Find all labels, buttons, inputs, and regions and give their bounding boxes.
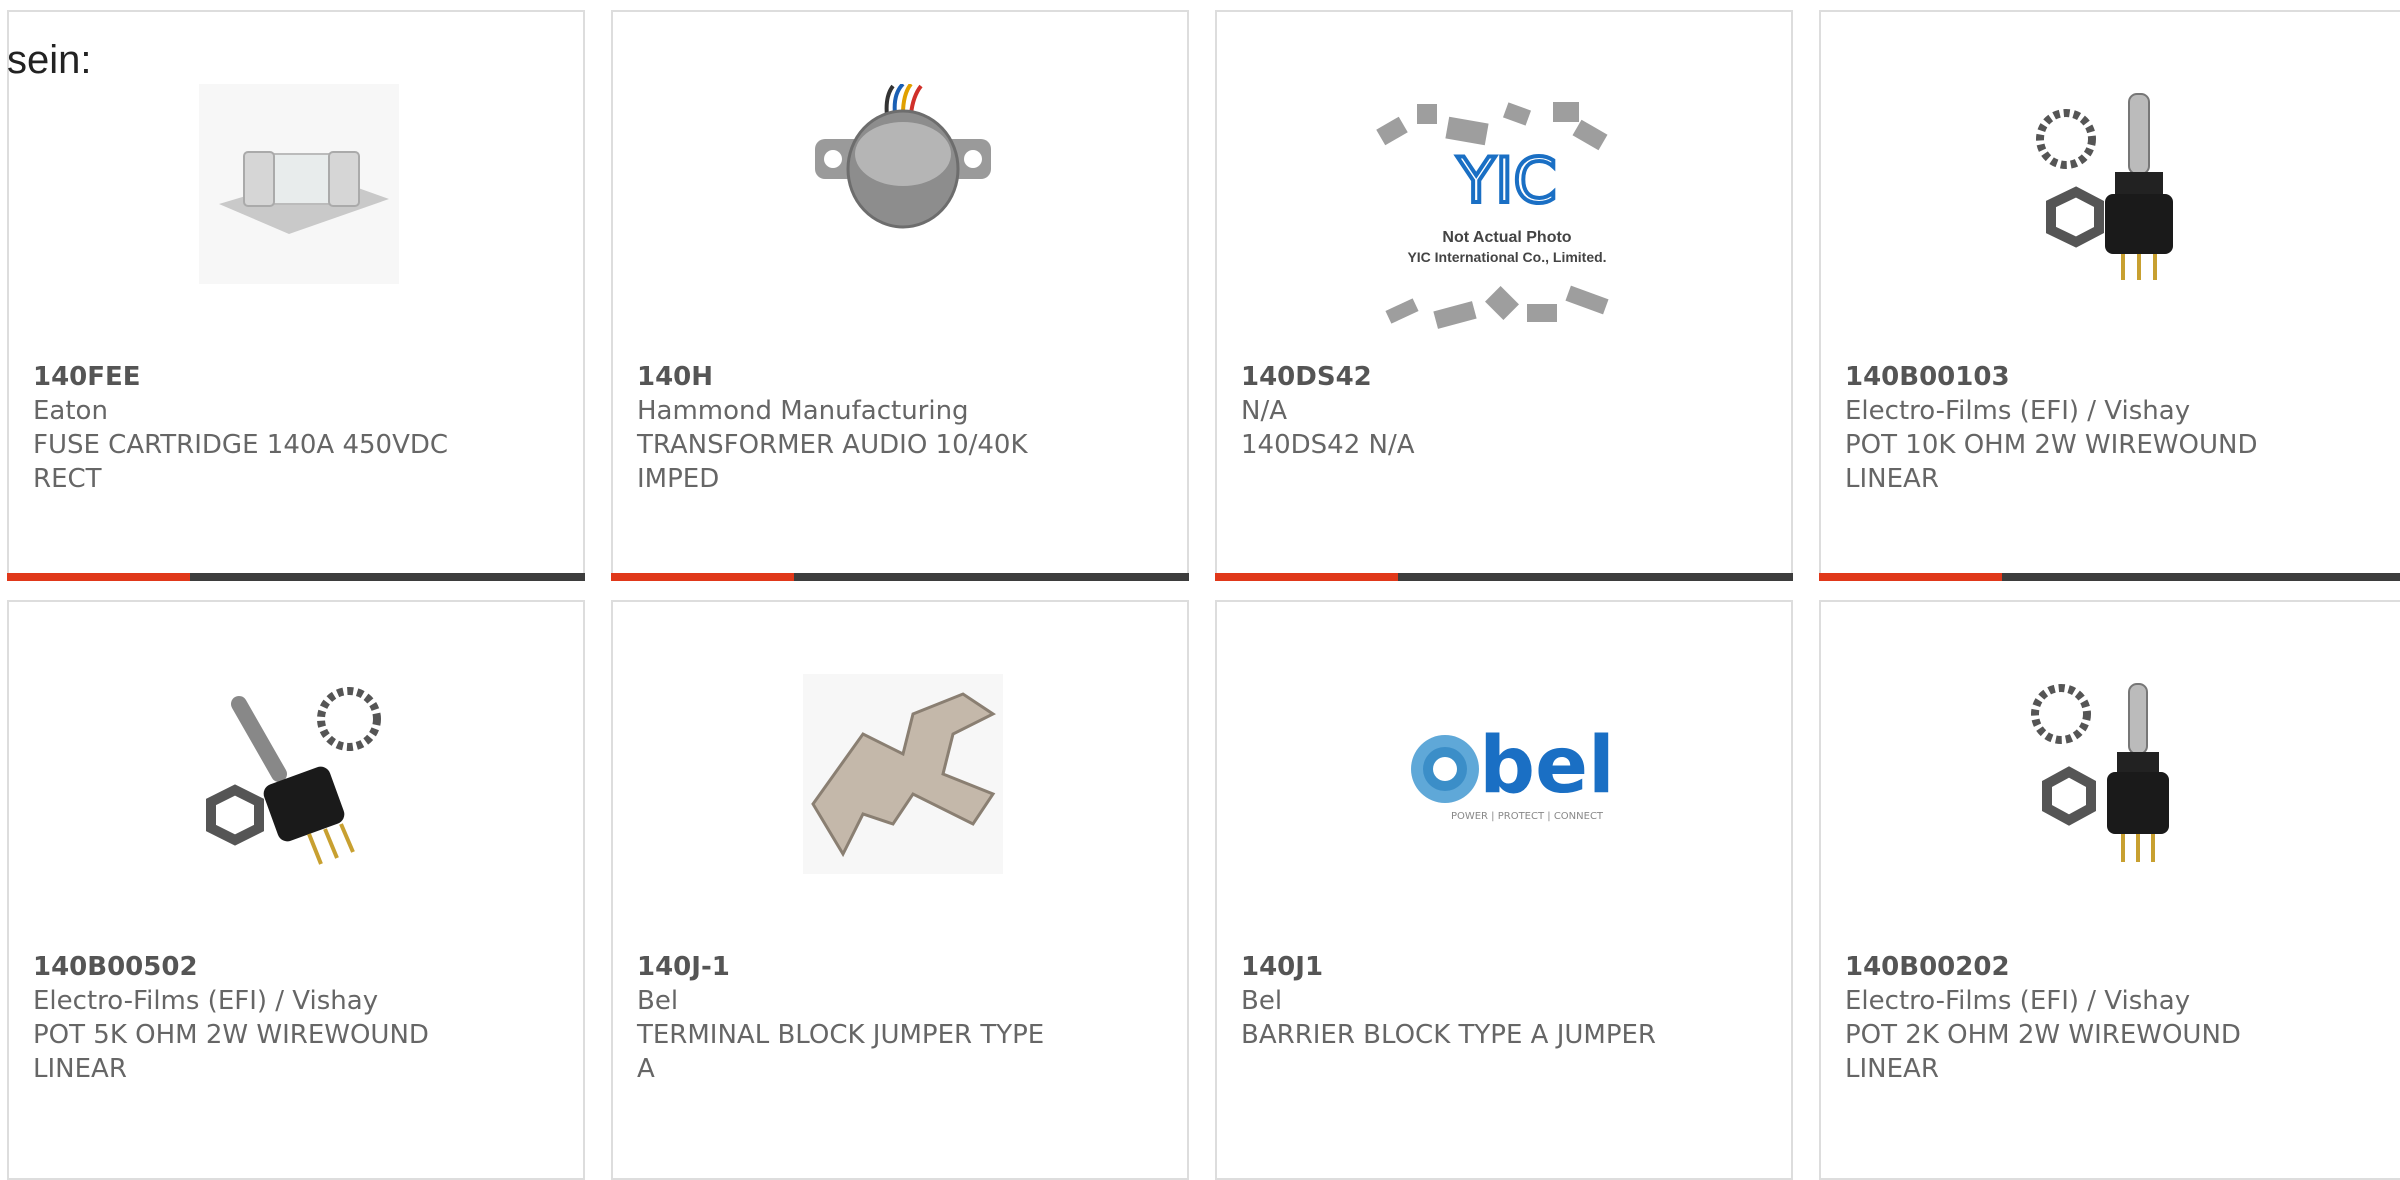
product-card[interactable]: 140H Hammond Manufacturing TRANSFORMER A… [611,10,1189,581]
description-line: POT 2K OHM 2W WIREWOUND [1845,1020,2241,1050]
description-line: IMPED [637,464,720,494]
potentiometer-image [2009,672,2213,876]
audio-transformer-image [801,82,1005,286]
card-accent-bar [7,573,585,581]
product-card[interactable]: 140FEE Eaton FUSE CARTRIDGE 140A 450VDC … [7,10,585,581]
description-line: FUSE CARTRIDGE 140A 450VDC [33,430,449,460]
description-line: A [637,1054,655,1084]
description-line: 140DS42 N/A [1241,430,1415,460]
placeholder-caption: Not Actual Photo [1442,229,1571,246]
manufacturer: Bel [637,986,679,1016]
placeholder-caption: YIC International Co., Limited. [1407,249,1606,265]
part-number[interactable]: 140B00202 [1845,950,2285,984]
manufacturer: Electro-Films (EFI) / Vishay [1845,396,2191,426]
manufacturer: Hammond Manufacturing [637,396,969,426]
product-card[interactable]: bel POWER | PROTECT | CONNECT 140J1 Bel … [1215,600,1793,1180]
yic-logo-text: YIC [1456,144,1556,217]
product-card[interactable]: YIC Not Actual Photo YIC International C… [1215,10,1793,581]
product-card[interactable]: 140B00502 Electro-Films (EFI) / Vishay P… [7,600,585,1180]
product-card[interactable]: 140B00103 Electro-Films (EFI) / Vishay P… [1819,10,2400,581]
manufacturer: Electro-Films (EFI) / Vishay [1845,986,2191,1016]
part-number[interactable]: 140J-1 [637,950,1077,984]
description-line: BARRIER BLOCK TYPE A JUMPER [1241,1020,1656,1050]
jumper-bracket-image [801,672,1005,876]
manufacturer: Eaton [33,396,108,426]
product-card[interactable]: 140J-1 Bel TERMINAL BLOCK JUMPER TYPE A [611,600,1189,1180]
description-line: LINEAR [33,1054,127,1084]
description-line: RECT [33,464,102,494]
potentiometer-image [2009,82,2213,286]
manufacturer: Bel [1241,986,1283,1016]
fuse-cartridge-image [197,82,401,286]
bel-logo: bel POWER | PROTECT | CONNECT [1397,672,1627,876]
product-grid: 140FEE Eaton FUSE CARTRIDGE 140A 450VDC … [0,0,2400,1180]
bel-logo-text: bel [1479,721,1614,811]
manufacturer: N/A [1241,396,1287,426]
page-heading: sein: [7,38,92,82]
part-number[interactable]: 140H [637,360,1077,394]
card-accent-bar [1819,573,2400,581]
manufacturer: Electro-Films (EFI) / Vishay [33,986,379,1016]
card-accent-bar [611,573,1189,581]
bel-logo-tagline: POWER | PROTECT | CONNECT [1451,811,1604,822]
description-line: TERMINAL BLOCK JUMPER TYPE [637,1020,1045,1050]
part-number[interactable]: 140B00103 [1845,360,2285,394]
part-number[interactable]: 140J1 [1241,950,1681,984]
product-card[interactable]: 140B00202 Electro-Films (EFI) / Vishay P… [1819,600,2400,1180]
not-actual-photo-placeholder: YIC Not Actual Photo YIC International C… [1357,92,1657,332]
potentiometer-image [197,672,401,876]
card-accent-bar [1215,573,1793,581]
part-number[interactable]: 140DS42 [1241,360,1681,394]
description-line: LINEAR [1845,1054,1939,1084]
description-line: POT 5K OHM 2W WIREWOUND [33,1020,429,1050]
part-number[interactable]: 140B00502 [33,950,473,984]
description-line: POT 10K OHM 2W WIREWOUND [1845,430,2258,460]
part-number[interactable]: 140FEE [33,360,473,394]
description-line: LINEAR [1845,464,1939,494]
description-line: TRANSFORMER AUDIO 10/40K [637,430,1028,460]
